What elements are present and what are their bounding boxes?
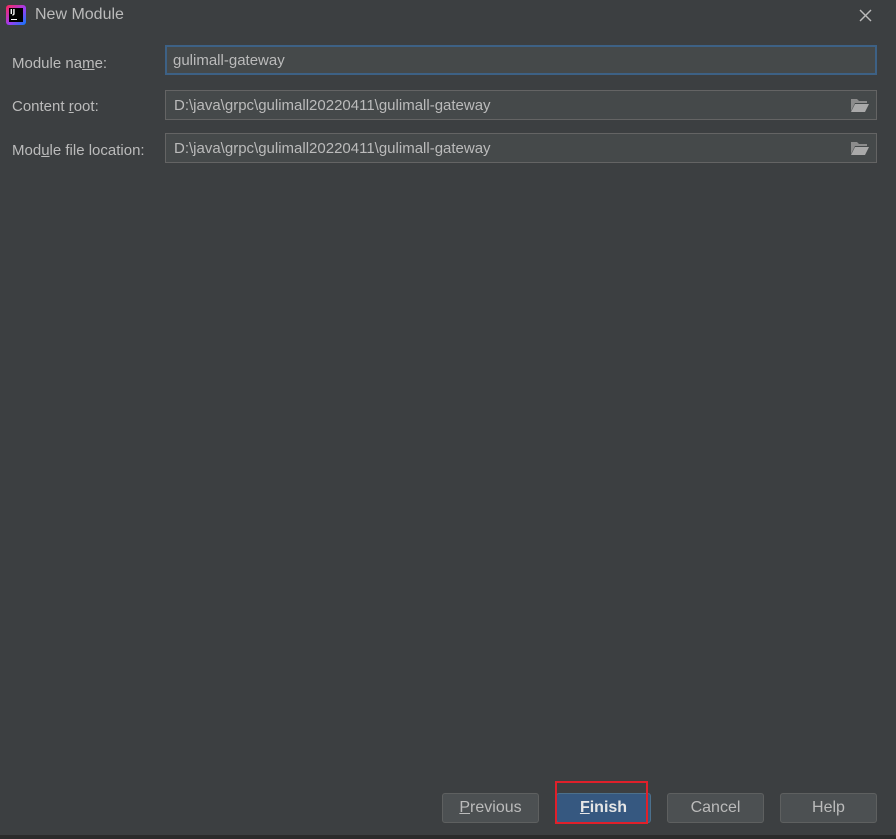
module-file-location-input[interactable] — [166, 134, 876, 162]
cancel-button[interactable]: Cancel — [667, 793, 764, 823]
content-root-field[interactable] — [165, 90, 877, 120]
close-icon[interactable] — [852, 4, 878, 28]
content-root-label: Content root: — [12, 98, 99, 115]
help-button[interactable]: Help — [780, 793, 877, 823]
window-bottom-edge — [0, 835, 896, 839]
new-module-dialog: IJ New Module Module name: Content root:… — [0, 0, 896, 839]
window-title: New Module — [35, 6, 124, 23]
title-bar: IJ New Module — [0, 0, 896, 32]
module-file-location-label: Module file location: — [12, 142, 145, 159]
folder-open-icon[interactable] — [850, 97, 870, 113]
previous-button[interactable]: Previous — [442, 793, 539, 823]
finish-button[interactable]: Finish — [556, 793, 651, 823]
module-name-field[interactable] — [165, 45, 877, 75]
content-root-input[interactable] — [166, 91, 876, 119]
module-name-label: Module name: — [12, 55, 108, 72]
intellij-idea-icon: IJ — [6, 5, 26, 25]
module-file-location-field[interactable] — [165, 133, 877, 163]
folder-open-icon[interactable] — [850, 140, 870, 156]
module-name-input[interactable] — [167, 47, 875, 73]
